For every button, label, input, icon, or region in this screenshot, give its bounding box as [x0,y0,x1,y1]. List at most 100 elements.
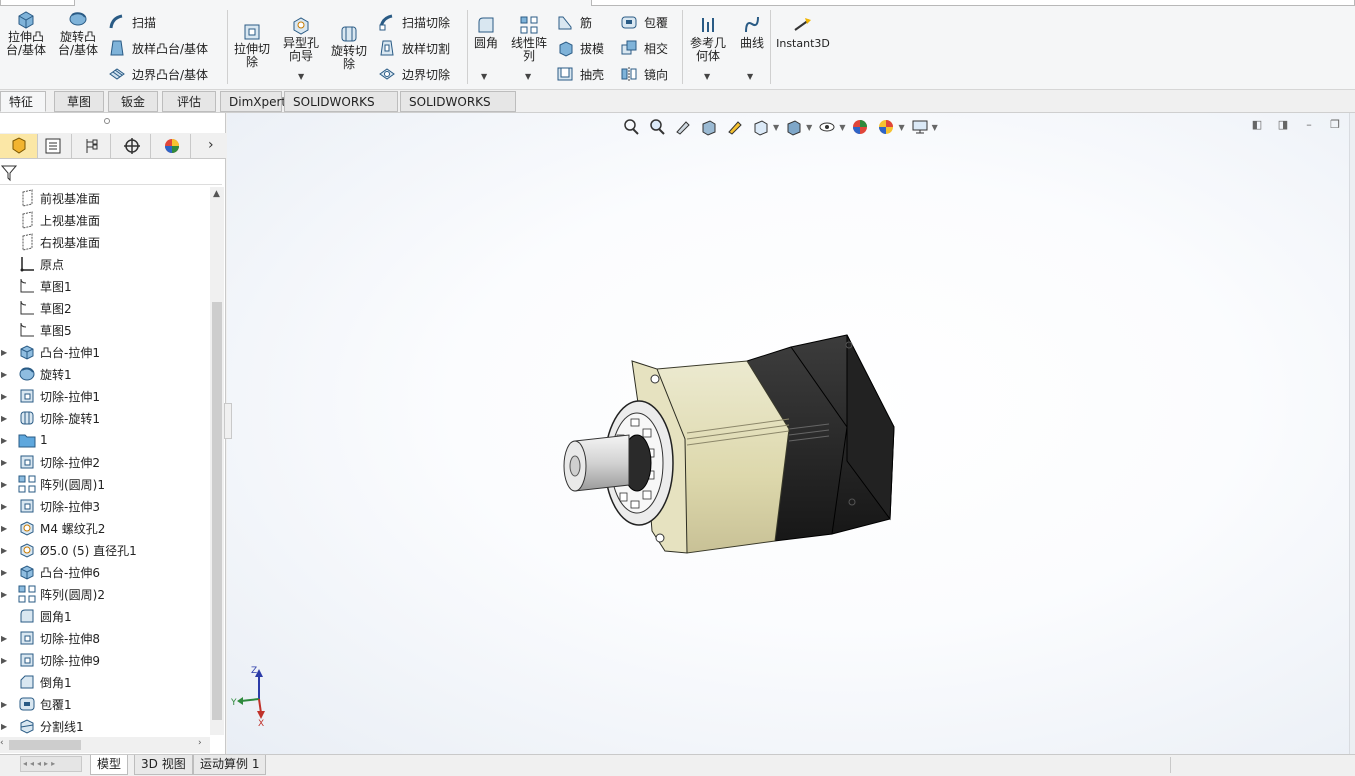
chevron-down-icon[interactable]: ▼ [806,123,812,132]
expand-arrow-icon[interactable]: ▶ [1,634,9,643]
extrude-boss-button[interactable]: 拉伸凸 台/基体 [4,8,48,57]
instant3d-button[interactable]: Instant3D [775,14,831,50]
hole-wizard-button[interactable]: 异型孔 向导 ▼ [280,14,322,81]
chevron-up-icon[interactable]: ▲ [213,189,220,199]
dynamic-annotation-icon[interactable] [726,118,744,136]
tree-item[interactable]: ▶ 凸台-拉伸1 [0,341,210,363]
scrollbar-thumb[interactable] [212,302,222,720]
chevron-right-icon[interactable]: › [198,738,202,748]
hide-show-items-icon[interactable] [818,118,836,136]
expand-arrow-icon[interactable]: ▶ [1,568,9,577]
expand-arrow-icon[interactable]: ▶ [1,590,9,599]
expand-arrow-icon[interactable]: ▶ [1,414,9,423]
tab-scroll-buttons[interactable]: ◂◂◂▸▸ [20,756,82,772]
tree-item[interactable]: ▶ 1 [0,429,210,451]
expand-arrow-icon[interactable]: ▶ [1,436,9,445]
tree-item[interactable]: 倒角1 [0,671,210,693]
panel-collapse-handle[interactable] [224,403,232,439]
tree-item[interactable]: ▶ 阵列(圆周)2 [0,583,210,605]
gearbox-motor-model[interactable] [557,331,902,563]
chevron-down-icon[interactable]: ▼ [525,72,531,81]
chevron-down-icon[interactable]: ▼ [773,123,779,132]
mirror-button[interactable]: 镜向 [620,63,668,85]
panel-grip[interactable] [104,118,110,124]
tab-3d-views[interactable]: 3D 视图 [134,755,193,775]
expand-arrow-icon[interactable]: ▶ [1,392,9,401]
previous-view-icon[interactable] [674,118,692,136]
tab-sheet-metal[interactable]: 钣金 [108,91,158,112]
expand-arrow-icon[interactable]: ▶ [1,370,9,379]
expand-arrow-icon[interactable]: ▶ [1,524,9,533]
view-settings-icon[interactable] [911,118,929,136]
boundary-boss-button[interactable]: 边界凸台/基体 [108,63,208,85]
tree-item[interactable]: 右视基准面 [0,231,210,253]
tree-item[interactable]: ▶ 切除-拉伸9 [0,649,210,671]
reference-geometry-button[interactable]: 参考几 何体 ▼ [687,14,729,81]
apply-scene-icon[interactable] [877,118,895,136]
tab-feature-manager[interactable] [0,134,38,158]
sweep-cut-button[interactable]: 扫描切除 [378,11,450,33]
tree-item[interactable]: ▶ 切除-拉伸3 [0,495,210,517]
tree-item[interactable]: 草图1 [0,275,210,297]
revolve-boss-button[interactable]: 旋转凸 台/基体 [56,8,100,57]
expand-arrow-icon[interactable]: ▶ [1,480,9,489]
chevron-down-icon[interactable]: ▼ [704,72,710,81]
scrollbar-thumb[interactable] [9,740,81,750]
tree-item[interactable]: ▶ 切除-旋转1 [0,407,210,429]
tree-item[interactable]: 上视基准面 [0,209,210,231]
tree-item[interactable]: ▶ 阵列(圆周)1 [0,473,210,495]
tree-item[interactable]: ▶ 切除-拉伸2 [0,451,210,473]
tree-item[interactable]: ▶ 切除-拉伸8 [0,627,210,649]
tab-property-manager[interactable] [34,134,72,158]
rib-button[interactable]: 筋 [556,11,592,33]
expand-arrow-icon[interactable]: ▶ [1,722,9,731]
linear-pattern-button[interactable]: 线性阵 列 ▼ [508,14,550,81]
expand-arrow-icon[interactable]: ▶ [1,656,9,665]
expand-arrow-icon[interactable]: ▶ [1,348,9,357]
task-pane-strip[interactable] [1349,113,1355,754]
edit-appearance-icon[interactable] [851,118,869,136]
minimize-icon[interactable]: – [1303,119,1315,131]
display-style-icon[interactable] [785,118,803,136]
boundary-cut-button[interactable]: 边界切除 [378,63,450,85]
expand-arrow-icon[interactable]: ▶ [1,502,9,511]
tree-horizontal-scrollbar[interactable]: ‹ › [0,737,210,753]
fillet-button[interactable]: 圆角 ▼ [471,14,501,81]
shell-button[interactable]: 抽壳 [556,63,604,85]
tab-configuration-manager[interactable] [73,134,111,158]
tree-item[interactable]: ▶ 凸台-拉伸6 [0,561,210,583]
tab-sketch[interactable]: 草图 [54,91,104,112]
chevron-down-icon[interactable]: ▼ [898,123,904,132]
tree-item[interactable]: 草图5 [0,319,210,341]
tree-item[interactable]: ▶ 包覆1 [0,693,210,715]
tree-item[interactable]: ▶ M4 螺纹孔2 [0,517,210,539]
tree-item[interactable]: 前视基准面 [0,187,210,209]
tab-display-manager[interactable] [153,134,191,158]
tab-model[interactable]: 模型 [90,755,129,775]
tab-dimxpert-manager[interactable] [113,134,151,158]
chevron-down-icon[interactable]: ▼ [298,72,304,81]
expand-arrow-icon[interactable]: ▶ [1,458,9,467]
tab-addins[interactable]: SOLIDWORKS 插件 [284,91,398,129]
chevron-down-icon[interactable]: ▼ [839,123,845,132]
chevron-down-icon[interactable]: ▼ [747,72,753,81]
extrude-cut-button[interactable]: 拉伸切 除 [232,20,272,69]
restore-left-icon[interactable]: ◧ [1251,119,1263,131]
tree-item[interactable]: ▶ 旋转1 [0,363,210,385]
tab-mbd[interactable]: SOLIDWORKS MBD [400,91,516,129]
chevron-down-icon[interactable]: ▼ [932,123,938,132]
tree-item[interactable]: ▶ Ø5.0 (5) 直径孔1 [0,539,210,561]
chevron-left-icon[interactable]: ‹ [0,738,4,748]
tab-evaluate[interactable]: 评估 [162,91,216,112]
tree-item[interactable]: 草图2 [0,297,210,319]
filter-icon[interactable] [0,164,18,182]
tab-dimxpert[interactable]: DimXpert [220,91,286,112]
tree-item[interactable]: ▶ 切除-拉伸1 [0,385,210,407]
tree-item[interactable]: 原点 [0,253,210,275]
wrap-button[interactable]: 包覆 [620,11,668,33]
tree-item[interactable]: ▶ 分割线1 [0,715,210,737]
chevron-right-icon[interactable]: › [208,137,214,153]
chevron-down-icon[interactable]: ▼ [481,72,487,81]
tree-item[interactable]: 圆角1 [0,605,210,627]
draft-button[interactable]: 拔模 [556,37,604,59]
